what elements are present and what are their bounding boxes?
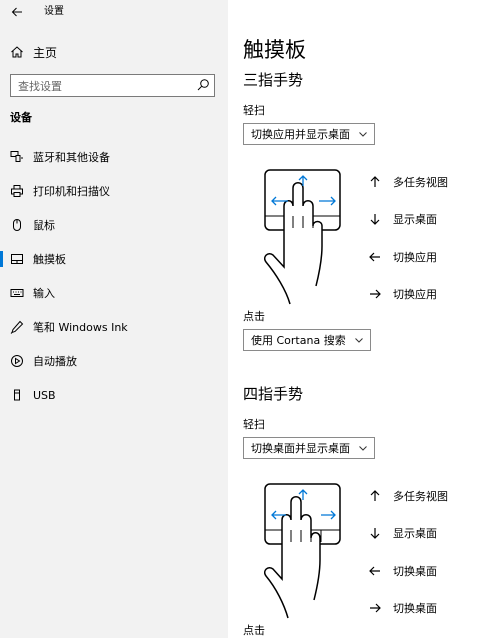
sidebar-item-label: 笔和 Windows Ink bbox=[33, 321, 128, 334]
usb-icon bbox=[10, 388, 24, 402]
chevron-down-icon bbox=[359, 446, 367, 451]
main-content: 触摸板 三指手势 轻扫 切换应用并显示桌面 多任务视图 显示桌面 切换应用 切换… bbox=[228, 0, 500, 638]
title-bar: 设置 bbox=[0, 0, 228, 24]
back-arrow-icon bbox=[11, 7, 22, 17]
sidebar-item-bluetooth[interactable]: 蓝牙和其他设备 bbox=[0, 140, 228, 174]
dropdown-value: 切换应用并显示桌面 bbox=[251, 128, 350, 141]
gesture-row-left: 切换桌面 bbox=[368, 552, 498, 590]
three-finger-swipe-label: 轻扫 bbox=[243, 104, 265, 117]
arrow-up-icon bbox=[370, 175, 380, 187]
four-finger-heading: 四指手势 bbox=[243, 385, 304, 403]
gesture-row-right: 切换桌面 bbox=[368, 590, 498, 628]
printer-icon bbox=[10, 184, 24, 198]
gesture-action: 切换应用 bbox=[393, 250, 437, 264]
keyboard-icon bbox=[10, 286, 24, 300]
sidebar-nav: 蓝牙和其他设备 打印机和扫描仪 鼠标 触摸板 输入 笔和 Windows Ink… bbox=[0, 140, 228, 412]
arrow-up-icon bbox=[370, 489, 380, 501]
gesture-action: 切换桌面 bbox=[393, 602, 437, 616]
sidebar-item-printers[interactable]: 打印机和扫描仪 bbox=[0, 174, 228, 208]
bluetooth-icon bbox=[10, 150, 24, 164]
four-finger-tap-label: 点击 bbox=[243, 624, 265, 637]
home-icon bbox=[11, 46, 23, 58]
autoplay-icon bbox=[10, 354, 24, 368]
gesture-row-down: 显示桌面 bbox=[368, 201, 498, 239]
sidebar-item-pen[interactable]: 笔和 Windows Ink bbox=[0, 310, 228, 344]
home-label: 主页 bbox=[33, 45, 58, 60]
sidebar-item-label: 蓝牙和其他设备 bbox=[33, 151, 110, 164]
sidebar-item-label: 打印机和扫描仪 bbox=[33, 185, 110, 198]
three-finger-tap-dropdown[interactable]: 使用 Cortana 搜索 bbox=[243, 329, 371, 351]
arrow-down-icon bbox=[370, 214, 380, 226]
dropdown-value: 使用 Cortana 搜索 bbox=[251, 334, 346, 347]
gesture-action: 显示桌面 bbox=[393, 213, 437, 227]
touchpad-icon bbox=[10, 252, 24, 266]
four-finger-gesture-illustration bbox=[264, 483, 341, 619]
sidebar-item-label: 鼠标 bbox=[33, 219, 55, 232]
three-finger-heading: 三指手势 bbox=[243, 71, 304, 89]
gesture-action: 多任务视图 bbox=[393, 489, 448, 503]
sidebar-item-touchpad[interactable]: 触摸板 bbox=[0, 242, 228, 276]
gesture-action: 切换应用 bbox=[393, 288, 437, 302]
sidebar-item-usb[interactable]: USB bbox=[0, 378, 228, 412]
page-title: 触摸板 bbox=[243, 38, 306, 62]
arrow-down-icon bbox=[370, 528, 380, 540]
dropdown-value: 切换桌面并显示桌面 bbox=[251, 442, 350, 455]
three-finger-gesture-illustration bbox=[264, 169, 341, 305]
arrow-right-icon bbox=[370, 603, 381, 613]
sidebar: 设置 主页 设备 蓝牙和其他设备 打印机和扫描仪 鼠标 bbox=[0, 0, 228, 638]
gesture-action: 切换桌面 bbox=[393, 564, 437, 578]
sidebar-item-autoplay[interactable]: 自动播放 bbox=[0, 344, 228, 378]
four-finger-swipe-dropdown[interactable]: 切换桌面并显示桌面 bbox=[243, 437, 375, 459]
arrow-right-icon bbox=[370, 289, 381, 299]
window-title: 设置 bbox=[44, 6, 64, 17]
gesture-row-right: 切换应用 bbox=[368, 276, 498, 314]
gesture-action: 多任务视图 bbox=[393, 175, 448, 189]
search-input[interactable] bbox=[11, 76, 191, 97]
three-finger-swipe-dropdown[interactable]: 切换应用并显示桌面 bbox=[243, 123, 375, 145]
gesture-row-up: 多任务视图 bbox=[368, 477, 498, 515]
arrow-left-icon bbox=[369, 252, 380, 262]
search-icon[interactable] bbox=[196, 78, 210, 92]
four-finger-swipe-label: 轻扫 bbox=[243, 418, 265, 431]
gesture-row-left: 切换应用 bbox=[368, 238, 498, 276]
back-button[interactable] bbox=[8, 3, 26, 21]
sidebar-item-label: 输入 bbox=[33, 287, 55, 300]
section-title: 设备 bbox=[10, 111, 32, 124]
arrow-left-icon bbox=[369, 566, 380, 576]
sidebar-item-typing[interactable]: 输入 bbox=[0, 276, 228, 310]
search-box[interactable] bbox=[10, 74, 215, 97]
gesture-action: 显示桌面 bbox=[393, 527, 437, 541]
chevron-down-icon bbox=[354, 338, 363, 343]
four-finger-gesture-list: 多任务视图 显示桌面 切换桌面 切换桌面 bbox=[368, 477, 498, 627]
sidebar-item-label: 自动播放 bbox=[33, 355, 77, 368]
sidebar-item-label: USB bbox=[33, 388, 56, 402]
mouse-icon bbox=[10, 218, 24, 232]
pen-icon bbox=[10, 320, 24, 334]
three-finger-tap-label: 点击 bbox=[243, 310, 265, 323]
gesture-row-down: 显示桌面 bbox=[368, 515, 498, 553]
gesture-row-up: 多任务视图 bbox=[368, 163, 498, 201]
home-nav-item[interactable]: 主页 bbox=[10, 42, 57, 62]
three-finger-gesture-list: 多任务视图 显示桌面 切换应用 切换应用 bbox=[368, 163, 498, 313]
chevron-down-icon bbox=[359, 132, 367, 137]
sidebar-item-label: 触摸板 bbox=[33, 253, 66, 266]
sidebar-item-mouse[interactable]: 鼠标 bbox=[0, 208, 228, 242]
